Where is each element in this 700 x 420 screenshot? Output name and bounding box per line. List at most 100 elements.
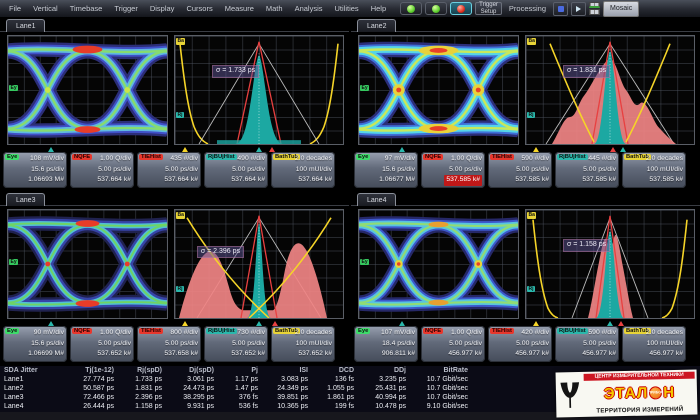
tab-label: Lane3 bbox=[16, 197, 35, 204]
bathtub-axis-chip: Ba bbox=[176, 212, 185, 219]
lane2-eye-descriptor[interactable]: Eye 97 mV/div15.6 ps/div1.06677 M# bbox=[354, 152, 418, 188]
trigger-setup-button[interactable]: Trigger Setup bbox=[475, 2, 502, 15]
menu-measure[interactable]: Measure bbox=[219, 4, 260, 13]
blue-square-icon bbox=[558, 6, 564, 12]
bathtub-axis-chip: Ba bbox=[176, 38, 185, 45]
eye-axis-chip: Ey bbox=[9, 85, 18, 92]
sigma-readout: σ = 2.396 ps bbox=[197, 246, 244, 259]
lane4-eye-plot[interactable]: Ey bbox=[358, 209, 519, 319]
menu-cursors[interactable]: Cursors bbox=[180, 4, 218, 13]
tab-lane3[interactable]: Lane3 bbox=[6, 193, 45, 206]
descriptor-label: Eye bbox=[356, 154, 370, 160]
descriptor-label: TIEHist bbox=[139, 328, 163, 334]
layout-grid-icon bbox=[589, 2, 600, 15]
menu-utilities[interactable]: Utilities bbox=[329, 4, 365, 13]
lane3-bathtub-descriptor[interactable]: BathTub 2.0 decades100 mUI/div537.652 k# bbox=[271, 326, 335, 362]
lane2-eye-plot[interactable]: Ey bbox=[358, 35, 519, 145]
play-icon bbox=[576, 6, 581, 12]
menu-analysis[interactable]: Analysis bbox=[289, 4, 329, 13]
lane2-descriptors: Eye 97 mV/div15.6 ps/div1.06677 M# NQFE … bbox=[354, 152, 686, 188]
menu-help[interactable]: Help bbox=[365, 4, 392, 13]
mosaic-label: Mosaic bbox=[610, 5, 632, 12]
tab-lane2[interactable]: Lane2 bbox=[357, 19, 396, 32]
logo-brand: ЭТАЛ ПРИБОР Н bbox=[584, 385, 695, 402]
lane3-eye-descriptor[interactable]: Eye 90 mV/div15.6 ps/div1.06699 M# bbox=[3, 326, 67, 362]
lane2-jitter-plot[interactable]: Ba Rj σ = 1.831 ps bbox=[525, 35, 695, 145]
lane4-jitter-plot[interactable]: Ba Rj σ = 1.158 ps bbox=[525, 209, 695, 319]
eye-axis-chip: Ey bbox=[9, 259, 18, 266]
menu-math[interactable]: Math bbox=[260, 4, 289, 13]
menu-timebase[interactable]: Timebase bbox=[64, 4, 109, 13]
play-button[interactable] bbox=[571, 2, 586, 16]
lane3-tiehist-descriptor[interactable]: TIEHist 800 #/div5.00 ps/div537.658 k# bbox=[137, 326, 201, 362]
lane3-descriptors: Eye 90 mV/div15.6 ps/div1.06699 M# NQFE … bbox=[3, 326, 335, 362]
lane2-nqfe-descriptor[interactable]: NQFE 1.00 Q/div5.00 ps/div537.585 k# bbox=[421, 152, 485, 188]
lane4-bathtub-descriptor[interactable]: BathTub 2.0 decades100 mUI/div456.977 k# bbox=[622, 326, 686, 362]
trigger-setup-line2: Setup bbox=[479, 9, 498, 16]
descriptor-label: NQFE bbox=[72, 328, 92, 334]
eye-axis-chip: Ey bbox=[360, 259, 369, 266]
eye-diagram-lane3 bbox=[8, 210, 167, 318]
processing-label: Processing bbox=[505, 4, 550, 13]
tab-label: Lane2 bbox=[367, 23, 386, 30]
lane3-nqfe-descriptor[interactable]: NQFE 1.00 Q/div5.00 ps/div537.652 k# bbox=[70, 326, 134, 362]
descriptor-label: NQFE bbox=[72, 154, 92, 160]
rj-axis-chip: Rj bbox=[176, 112, 184, 119]
etalon-logo-mark-icon bbox=[558, 374, 583, 415]
lane1-eye-descriptor[interactable]: Eye 108 mV/div15.6 ps/div1.06693 M# bbox=[3, 152, 67, 188]
mosaic-button[interactable]: Mosaic bbox=[603, 1, 639, 17]
lane3-jitter-plot[interactable]: Ba Rj σ = 2.396 ps bbox=[174, 209, 344, 319]
eye-diagram-lane4 bbox=[359, 210, 518, 318]
trigger-setup-line1: Trigger bbox=[479, 2, 498, 9]
menu-items: File Vertical Timebase Trigger Display C… bbox=[3, 4, 392, 13]
lane1-descriptors: Eye 108 mV/div15.6 ps/div1.06693 M# NQFE… bbox=[3, 152, 335, 188]
tab-lane1[interactable]: Lane1 bbox=[6, 19, 45, 32]
lane1-plots: Ey Ba Rj σ = 1.733 ps bbox=[0, 31, 349, 148]
descriptor-label: TIEHist bbox=[490, 154, 514, 160]
lane3-eye-plot[interactable]: Ey bbox=[7, 209, 168, 319]
pribor-circle-icon: ПРИБОР bbox=[649, 386, 662, 399]
lane1-jitter-plot[interactable]: Ba Rj σ = 1.733 ps bbox=[174, 35, 344, 145]
stop-acquisition-button[interactable] bbox=[450, 2, 472, 15]
scope-mode-button-1[interactable] bbox=[400, 2, 422, 15]
descriptor-label: Eye bbox=[5, 328, 19, 334]
descriptor-label: NQFE bbox=[423, 154, 443, 160]
lane2-bathtub-descriptor[interactable]: BathTub 2.0 decades100 mUI/div537.585 k# bbox=[622, 152, 686, 188]
lane4-rjbujhist-descriptor[interactable]: RjBUjHist 590 #/div5.00 ps/div456.977 k# bbox=[555, 326, 619, 362]
menu-vertical[interactable]: Vertical bbox=[27, 4, 64, 13]
menu-display[interactable]: Display bbox=[144, 4, 181, 13]
sigma-readout: σ = 1.831 ps bbox=[563, 65, 610, 78]
toolbar: Trigger Setup Processing Mosaic bbox=[400, 1, 639, 17]
logo-top-text: ЦЕНТР ИЗМЕРИТЕЛЬНОЙ ТЕХНИКИ bbox=[584, 372, 695, 381]
menu-file[interactable]: File bbox=[3, 4, 27, 13]
scope-mode-button-2[interactable] bbox=[425, 2, 447, 15]
lane4-tiehist-descriptor[interactable]: TIEHist 420 #/div5.00 ps/div456.977 k# bbox=[488, 326, 552, 362]
lane2-tiehist-descriptor[interactable]: TIEHist 590 #/div5.00 ps/div537.585 k# bbox=[488, 152, 552, 188]
lane3-rjbujhist-descriptor[interactable]: RjBUjHist 730 #/div5.00 ps/div537.652 k# bbox=[204, 326, 268, 362]
lane1-tiehist-descriptor[interactable]: TIEHist 435 #/div5.00 ps/div537.664 k# bbox=[137, 152, 201, 188]
descriptor-label: NQFE bbox=[423, 328, 443, 334]
lane1-rjbujhist-descriptor[interactable]: RjBUjHist 490 #/div5.00 ps/div537.664 k# bbox=[204, 152, 268, 188]
tab-label: Lane1 bbox=[16, 23, 35, 30]
menu-bar: File Vertical Timebase Trigger Display C… bbox=[0, 0, 700, 18]
logo-bottom-text: ТЕРРИТОРИЯ ИЗМЕРЕНИЙ bbox=[584, 406, 695, 415]
descriptor-label: TIEHist bbox=[139, 154, 163, 160]
lane4-nqfe-descriptor[interactable]: NQFE 1.00 Q/div5.00 ps/div456.977 k# bbox=[421, 326, 485, 362]
bathtub-axis-chip: Ba bbox=[527, 212, 536, 219]
descriptor-label: Eye bbox=[356, 328, 370, 334]
lane1-eye-plot[interactable]: Ey bbox=[7, 35, 168, 145]
descriptor-label: TIEHist bbox=[490, 328, 514, 334]
menu-trigger[interactable]: Trigger bbox=[108, 4, 143, 13]
lane3-plots: Ey Ba Rj σ = 2.396 ps bbox=[0, 205, 349, 322]
green-indicator-icon bbox=[407, 5, 415, 13]
lane4-eye-descriptor[interactable]: Eye 107 mV/div18.4 ps/div906.811 k# bbox=[354, 326, 418, 362]
lane1-nqfe-descriptor[interactable]: NQFE 1.00 Q/div5.00 ps/div537.664 k# bbox=[70, 152, 134, 188]
bathtub-axis-chip: Ba bbox=[527, 38, 536, 45]
jitter-histogram-lane1 bbox=[175, 36, 343, 144]
eye-axis-chip: Ey bbox=[360, 85, 369, 92]
pause-button[interactable] bbox=[553, 2, 568, 16]
descriptor-label: Eye bbox=[5, 154, 19, 160]
lane1-bathtub-descriptor[interactable]: BathTub 2.0 decades100 mUI/div537.664 k# bbox=[271, 152, 335, 188]
lane2-rjbujhist-descriptor[interactable]: RjBUjHist 445 #/div5.00 ps/div537.585 k# bbox=[555, 152, 619, 188]
tab-lane4[interactable]: Lane4 bbox=[357, 193, 396, 206]
